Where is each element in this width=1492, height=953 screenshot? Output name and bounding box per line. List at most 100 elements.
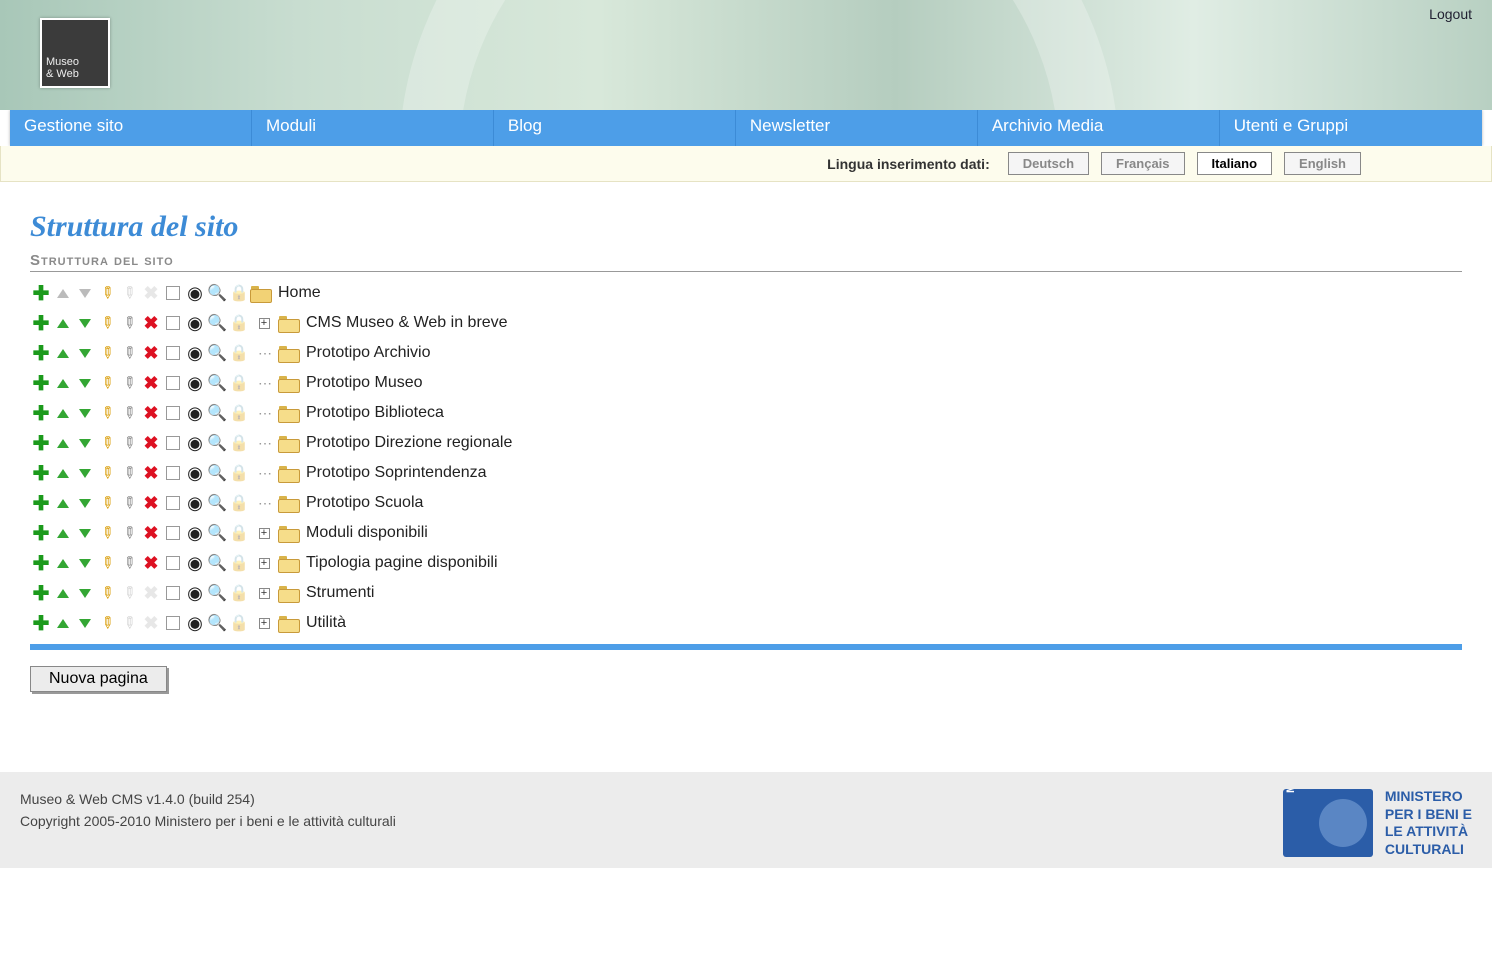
select-checkbox[interactable] [162,432,184,454]
visibility-icon[interactable]: ◉ [184,402,206,424]
preview-icon[interactable]: 🔍 [206,372,228,394]
select-checkbox[interactable] [162,312,184,334]
tree-item-label[interactable]: Moduli disponibili [306,524,428,542]
tree-item-label[interactable]: Prototipo Direzione regionale [306,434,512,452]
lang-francais[interactable]: Français [1101,152,1184,175]
add-icon[interactable]: ✚ [30,432,52,454]
preview-icon[interactable]: 🔍 [206,312,228,334]
add-icon[interactable]: ✚ [30,402,52,424]
preview-icon[interactable]: 🔍 [206,462,228,484]
lang-deutsch[interactable]: Deutsch [1008,152,1089,175]
add-icon[interactable]: ✚ [30,582,52,604]
add-icon[interactable]: ✚ [30,372,52,394]
move-up-icon[interactable] [52,312,74,334]
add-icon[interactable]: ✚ [30,312,52,334]
folder-icon [250,284,272,302]
visibility-icon[interactable]: ◉ [184,462,206,484]
logout-link[interactable]: Logout [1429,6,1472,22]
language-label: Lingua inserimento dati: [827,156,990,172]
move-up-icon[interactable] [52,492,74,514]
select-checkbox[interactable] [162,462,184,484]
tree-item-label[interactable]: Strumenti [306,584,374,602]
add-icon[interactable]: ✚ [30,282,52,304]
select-checkbox[interactable] [162,552,184,574]
preview-icon[interactable]: 🔍 [206,282,228,304]
tree-item-label[interactable]: Tipologia pagine disponibili [306,554,498,572]
add-icon[interactable]: ✚ [30,552,52,574]
preview-icon[interactable]: 🔍 [206,342,228,364]
expand-toggle[interactable]: + [250,528,278,539]
move-up-icon[interactable] [52,582,74,604]
visibility-icon[interactable]: ◉ [184,342,206,364]
tree-item-label[interactable]: Home [278,284,321,302]
tree-item-label[interactable]: Prototipo Soprintendenza [306,464,487,482]
select-checkbox[interactable] [162,492,184,514]
visibility-icon[interactable]: ◉ [184,372,206,394]
move-up-icon[interactable] [52,402,74,424]
expand-toggle[interactable]: + [250,318,278,329]
menu-blog[interactable]: Blog [494,110,736,146]
language-bar: Lingua inserimento dati: Deutsch Françai… [0,146,1492,182]
tree-item-label[interactable]: Utilità [306,614,346,632]
visibility-icon[interactable]: ◉ [184,582,206,604]
select-checkbox[interactable] [162,372,184,394]
lang-english[interactable]: English [1284,152,1361,175]
visibility-icon[interactable]: ◉ [184,552,206,574]
select-checkbox[interactable] [162,612,184,634]
new-page-button[interactable]: Nuova pagina [30,666,167,692]
tree-item-label[interactable]: Prototipo Museo [306,374,423,392]
add-icon[interactable]: ✚ [30,462,52,484]
select-checkbox[interactable] [162,582,184,604]
footer-version: Museo & Web CMS v1.4.0 (build 254) [20,788,396,810]
visibility-icon[interactable]: ◉ [184,492,206,514]
expand-toggle[interactable]: + [250,618,278,629]
move-up-icon[interactable] [52,552,74,574]
menu-archivio-media[interactable]: Archivio Media [978,110,1220,146]
preview-icon[interactable]: 🔍 [206,612,228,634]
tree-row: ✚✎✎✖◉🔍🔒Home [30,278,1462,308]
move-up-icon[interactable] [52,462,74,484]
select-checkbox[interactable] [162,282,184,304]
lang-italiano[interactable]: Italiano [1197,152,1273,175]
preview-icon[interactable]: 🔍 [206,522,228,544]
select-checkbox[interactable] [162,522,184,544]
lock-icon: 🔒 [228,312,250,334]
move-up-icon[interactable] [52,372,74,394]
select-checkbox[interactable] [162,402,184,424]
menu-newsletter[interactable]: Newsletter [736,110,978,146]
menu-utenti-gruppi[interactable]: Utenti e Gruppi [1220,110,1482,146]
add-icon[interactable]: ✚ [30,492,52,514]
tree-connector: ⋯ [250,405,278,422]
select-checkbox[interactable] [162,342,184,364]
tree-item-label[interactable]: Prototipo Archivio [306,344,431,362]
site-tree: ✚✎✎✖◉🔍🔒Home✚✎✎✖◉🔍🔒+CMS Museo & Web in br… [30,278,1462,638]
tree-row: ✚✎✎✖◉🔍🔒⋯Prototipo Biblioteca [30,398,1462,428]
preview-icon[interactable]: 🔍 [206,432,228,454]
tree-item-label[interactable]: Prototipo Scuola [306,494,423,512]
visibility-icon[interactable]: ◉ [184,312,206,334]
move-up-icon[interactable] [52,432,74,454]
move-up-icon[interactable] [52,612,74,634]
add-icon[interactable]: ✚ [30,612,52,634]
visibility-icon[interactable]: ◉ [184,282,206,304]
expand-toggle[interactable]: + [250,558,278,569]
preview-icon[interactable]: 🔍 [206,402,228,424]
move-up-icon[interactable] [52,522,74,544]
add-icon[interactable]: ✚ [30,522,52,544]
delete-icon: ✖ [140,612,162,634]
preview-icon[interactable]: 🔍 [206,552,228,574]
visibility-icon[interactable]: ◉ [184,522,206,544]
menu-moduli[interactable]: Moduli [252,110,494,146]
tree-item-label[interactable]: Prototipo Biblioteca [306,404,444,422]
tree-connector: ⋯ [250,465,278,482]
visibility-icon[interactable]: ◉ [184,612,206,634]
menu-gestione-sito[interactable]: Gestione sito [10,110,252,146]
move-up-icon[interactable] [52,342,74,364]
preview-icon[interactable]: 🔍 [206,582,228,604]
tree-connector: ⋯ [250,435,278,452]
expand-toggle[interactable]: + [250,588,278,599]
tree-item-label[interactable]: CMS Museo & Web in breve [306,314,508,332]
add-icon[interactable]: ✚ [30,342,52,364]
preview-icon[interactable]: 🔍 [206,492,228,514]
visibility-icon[interactable]: ◉ [184,432,206,454]
